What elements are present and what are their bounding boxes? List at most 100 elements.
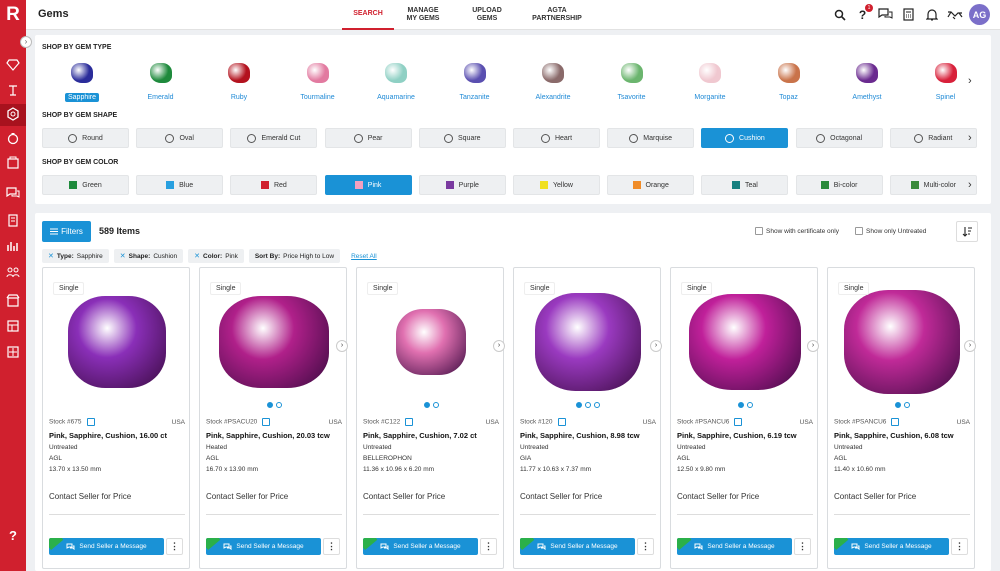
more-options-icon[interactable]: ⋮ xyxy=(166,538,183,555)
shape-pear[interactable]: Pear xyxy=(324,128,412,148)
collapse-sidebar-button[interactable]: › xyxy=(20,36,32,48)
more-options-icon[interactable]: ⋮ xyxy=(794,538,811,555)
avatar[interactable]: AG xyxy=(969,4,990,25)
gem-type-aquamarine[interactable]: Aquamarine xyxy=(357,63,435,104)
carousel-dot[interactable] xyxy=(746,402,753,408)
certificate-icon[interactable] xyxy=(891,418,900,426)
remove-filter-icon[interactable]: ✕ xyxy=(120,252,126,260)
app-logo[interactable]: R xyxy=(0,4,26,26)
gem-title[interactable]: Pink, Sapphire, Cushion, 16.00 ct xyxy=(49,431,187,440)
more-options-icon[interactable]: ⋮ xyxy=(637,538,654,555)
color-bi-color[interactable]: Bi-color xyxy=(795,175,883,195)
color-green[interactable]: Green xyxy=(42,175,129,195)
gem-image[interactable]: Single › xyxy=(363,274,505,410)
jewelry-icon[interactable] xyxy=(0,128,26,150)
checkbox-box[interactable] xyxy=(855,227,863,235)
reset-all-link[interactable]: Reset All xyxy=(351,253,377,260)
shape-marquise[interactable]: Marquise xyxy=(607,128,695,148)
more-options-icon[interactable]: ⋮ xyxy=(480,538,497,555)
gem-image[interactable]: Single › xyxy=(206,274,348,410)
next-image-chevron-icon[interactable]: › xyxy=(964,340,976,352)
gem-image[interactable]: Single › xyxy=(834,274,976,410)
chat-icon[interactable] xyxy=(877,6,894,23)
color-purple[interactable]: Purple xyxy=(418,175,506,195)
color-blue[interactable]: Blue xyxy=(136,175,224,195)
color-yellow[interactable]: Yellow xyxy=(513,175,600,195)
carousel-dot[interactable] xyxy=(266,402,273,408)
gem-image[interactable]: Single xyxy=(49,274,185,410)
color-orange[interactable]: Orange xyxy=(607,175,695,195)
carousel-dot[interactable] xyxy=(737,402,744,408)
gem-title[interactable]: Pink, Sapphire, Cushion, 8.98 tcw xyxy=(520,431,658,440)
gem-card[interactable]: Single › Stock #PSANCU6 USA Pink, Sapphire, … xyxy=(827,267,976,569)
gem-type-morganite[interactable]: Morganite xyxy=(671,63,749,104)
reports-icon[interactable] xyxy=(0,316,26,338)
shape-heart[interactable]: Heart xyxy=(513,128,600,148)
certificate-icon[interactable] xyxy=(405,418,414,426)
gem-title[interactable]: Pink, Sapphire, Cushion, 6.08 tcw xyxy=(834,431,972,440)
carousel-dot[interactable] xyxy=(894,402,901,408)
sort-by-tag[interactable]: Sort By: Price High to Low xyxy=(248,249,341,263)
tab-search[interactable]: SEARCH xyxy=(342,0,394,30)
gem-shape-next-arrow-icon[interactable]: › xyxy=(968,132,972,144)
carousel-dot[interactable] xyxy=(903,402,910,408)
certificate-icon[interactable] xyxy=(734,418,743,426)
color-pink[interactable]: Pink xyxy=(324,175,412,195)
search-icon[interactable] xyxy=(831,6,848,23)
gem-type-tanzanite[interactable]: Tanzanite xyxy=(436,63,514,104)
send-message-button[interactable]: Send Seller a Message xyxy=(363,538,478,555)
more-options-icon[interactable]: ⋮ xyxy=(323,538,340,555)
diamond-icon[interactable] xyxy=(0,55,26,77)
gem-type-topaz[interactable]: Topaz xyxy=(750,63,828,104)
color-red[interactable]: Red xyxy=(230,175,318,195)
messages-icon[interactable] xyxy=(0,183,26,205)
gem-type-spinel[interactable]: Spinel xyxy=(907,63,985,104)
more-options-icon[interactable]: ⋮ xyxy=(951,538,968,555)
gem-card[interactable]: Single › Stock #120 USA Pink, Sapphire, Cush… xyxy=(513,267,662,569)
carousel-dot[interactable] xyxy=(594,402,600,408)
send-message-button[interactable]: Send Seller a Message xyxy=(49,538,164,555)
gem-type-ruby[interactable]: Ruby xyxy=(200,63,278,104)
shape-square[interactable]: Square xyxy=(418,128,506,148)
gem-color-next-arrow-icon[interactable]: › xyxy=(968,179,972,191)
remove-filter-icon[interactable]: ✕ xyxy=(194,252,200,260)
send-message-button[interactable]: Send Seller a Message xyxy=(834,538,949,555)
next-image-chevron-icon[interactable]: › xyxy=(493,340,505,352)
certificate-icon[interactable] xyxy=(86,418,95,426)
checkbox-box[interactable] xyxy=(755,227,763,235)
gem-title[interactable]: Pink, Sapphire, Cushion, 7.02 ct xyxy=(363,431,501,440)
analytics-icon[interactable] xyxy=(0,236,26,258)
calculator-icon[interactable] xyxy=(900,6,917,23)
tab-manage-my-gems[interactable]: MANAGE MY GEMS xyxy=(394,0,452,30)
shape-octagonal[interactable]: Octagonal xyxy=(795,128,883,148)
help-question-icon[interactable]: ? 1 xyxy=(854,4,873,23)
next-image-chevron-icon[interactable]: › xyxy=(336,340,348,352)
gem-type-sapphire[interactable]: Sapphire xyxy=(43,63,121,104)
gems-icon[interactable] xyxy=(0,104,26,126)
storefront-icon[interactable] xyxy=(0,290,26,312)
untreated-only-checkbox[interactable]: Show only Untreated xyxy=(855,227,926,235)
gem-title[interactable]: Pink, Sapphire, Cushion, 6.19 tcw xyxy=(677,431,815,440)
gem-image[interactable]: Single › xyxy=(520,274,662,410)
tab-upload-gems[interactable]: UPLOAD GEMS xyxy=(452,0,522,30)
orders-icon[interactable] xyxy=(0,210,26,232)
gem-type-tsavorite[interactable]: Tsavorite xyxy=(593,63,671,104)
help-icon[interactable]: ? xyxy=(0,528,26,543)
carousel-dot[interactable] xyxy=(576,402,582,408)
gem-type-alexandrite[interactable]: Alexandrite xyxy=(514,63,592,104)
shape-emerald-cut[interactable]: Emerald Cut xyxy=(230,128,318,148)
shape-oval[interactable]: Oval xyxy=(136,128,224,148)
sort-order-button[interactable] xyxy=(956,221,978,242)
gem-card[interactable]: Single Stock #675 USA Pink, Sapphire, Cushi… xyxy=(42,267,190,569)
gem-card[interactable]: Single › Stock #C122 USA Pink, Sapphire, Cus… xyxy=(356,267,505,569)
remove-filter-icon[interactable]: ✕ xyxy=(48,252,54,260)
catalog-icon[interactable] xyxy=(0,153,26,175)
gem-type-next-arrow-icon[interactable]: › xyxy=(968,75,972,87)
partners-icon[interactable] xyxy=(0,342,26,364)
certificate-icon[interactable] xyxy=(557,418,566,426)
gem-card[interactable]: Single › Stock #PSANCU6 USA Pink, Sapphire, … xyxy=(670,267,819,569)
filters-button[interactable]: Filters xyxy=(42,221,91,242)
carousel-dot[interactable] xyxy=(432,402,439,408)
shape-radiant[interactable]: Radiant xyxy=(889,128,977,148)
carousel-dot[interactable] xyxy=(585,402,591,408)
